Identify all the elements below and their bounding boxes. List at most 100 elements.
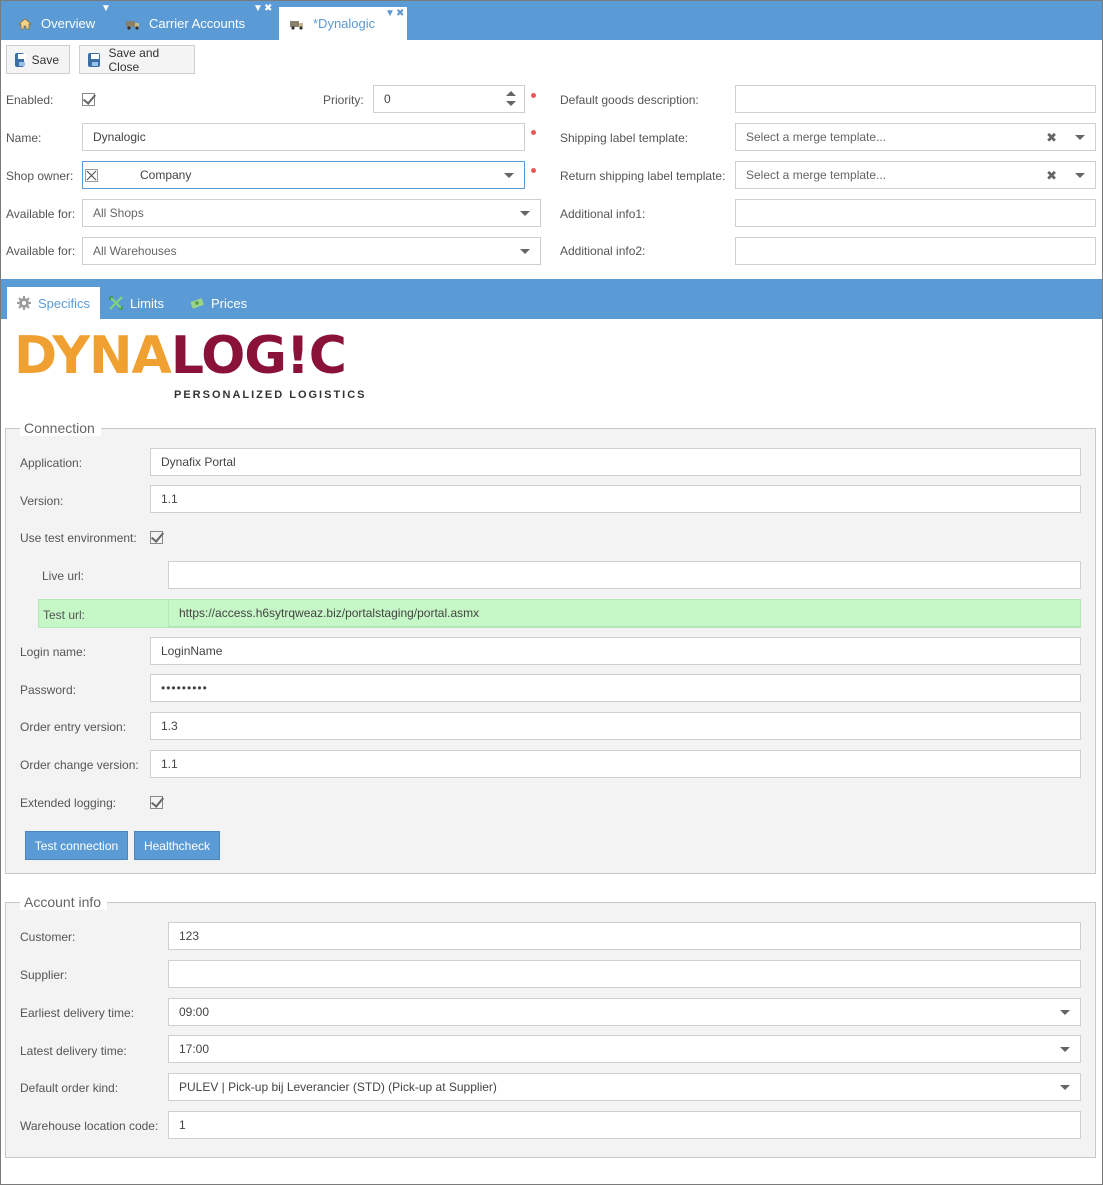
logo-part2: LOG!C: [170, 326, 347, 386]
tab-dynalogic[interactable]: *Dynalogic ▼ ✖: [279, 7, 407, 40]
return-template-label: Return shipping label template:: [560, 169, 726, 183]
version-input[interactable]: 1.1: [150, 485, 1081, 513]
order-change-input[interactable]: 1.1: [150, 750, 1081, 778]
spinner-arrows-icon[interactable]: [506, 90, 516, 108]
connection-legend: Connection: [20, 420, 101, 436]
tab-label: Specifics: [38, 295, 91, 311]
shipping-template-placeholder: Select a merge template...: [746, 130, 887, 144]
priority-stepper[interactable]: 0: [373, 85, 525, 113]
supplier-label: Supplier:: [20, 968, 68, 982]
tab-prices[interactable]: Prices: [180, 287, 257, 319]
gear-icon: [17, 296, 31, 310]
tab-menu-icon[interactable]: ▼: [385, 9, 395, 19]
additional-info2-input[interactable]: [735, 237, 1096, 265]
earliest-delivery-select[interactable]: 09:00: [168, 998, 1081, 1026]
live-url-label: Live url:: [42, 569, 85, 583]
latest-delivery-value: 17:00: [179, 1042, 210, 1056]
clear-icon[interactable]: ✖: [1046, 168, 1057, 184]
application-value: Dynafix Portal: [161, 455, 236, 469]
available-warehouses-select[interactable]: All Warehouses: [82, 237, 541, 265]
shop-owner-label: Shop owner:: [6, 169, 74, 183]
chevron-down-icon[interactable]: [1060, 1010, 1070, 1015]
tab-specifics[interactable]: Specifics: [7, 287, 101, 319]
tab-limits[interactable]: Limits: [99, 287, 174, 319]
required-indicator: [531, 130, 536, 135]
tab-menu-icon[interactable]: ▼: [101, 4, 111, 14]
close-icon[interactable]: ✖: [396, 9, 404, 19]
order-entry-input[interactable]: 1.3: [150, 712, 1081, 740]
use-test-checkbox[interactable]: [150, 530, 164, 544]
earliest-delivery-value: 09:00: [179, 1005, 210, 1019]
order-kind-select[interactable]: PULEV | Pick-up bij Leverancier (STD) (P…: [168, 1073, 1081, 1101]
chevron-down-icon[interactable]: [520, 249, 530, 254]
extended-logging-label: Extended logging:: [20, 796, 117, 810]
available-warehouses-label: Available for:: [6, 244, 76, 258]
name-input[interactable]: Dynalogic: [82, 123, 525, 151]
tab-carrier-accounts[interactable]: Carrier Accounts: [125, 7, 245, 40]
order-entry-label: Order entry version:: [20, 720, 127, 734]
close-icon[interactable]: ✖: [264, 4, 272, 14]
warehouse-location-label: Warehouse location code:: [20, 1119, 159, 1133]
required-indicator: [531, 168, 536, 173]
shop-owner-value: Company: [140, 168, 192, 182]
additional-info1-label: Additional info1:: [560, 207, 646, 221]
warehouse-location-input[interactable]: 1: [168, 1111, 1081, 1139]
customer-value: 123: [179, 929, 200, 943]
extended-logging-checkbox[interactable]: [150, 795, 164, 809]
healthcheck-button[interactable]: Healthcheck: [134, 831, 220, 860]
order-kind-label: Default order kind:: [20, 1081, 119, 1095]
supplier-input[interactable]: [168, 960, 1081, 988]
order-entry-value: 1.3: [161, 719, 178, 733]
additional-info1-input[interactable]: [735, 199, 1096, 227]
order-kind-value: PULEV | Pick-up bij Leverancier (STD) (P…: [179, 1080, 497, 1094]
shipping-template-label: Shipping label template:: [560, 131, 689, 145]
use-test-label: Use test environment:: [20, 531, 137, 545]
latest-delivery-select[interactable]: 17:00: [168, 1035, 1081, 1063]
chevron-down-icon[interactable]: [1075, 135, 1085, 140]
account-info-legend: Account info: [20, 894, 108, 910]
truck-icon: [125, 16, 141, 32]
available-shops-label: Available for:: [6, 207, 76, 221]
password-input[interactable]: •••••••••: [150, 674, 1081, 702]
tab-overview[interactable]: Overview: [17, 7, 95, 40]
tab-label: Overview: [41, 16, 96, 31]
shop-owner-select[interactable]: Company: [82, 161, 525, 189]
chevron-down-icon[interactable]: [1060, 1047, 1070, 1052]
chevron-down-icon[interactable]: [520, 211, 530, 216]
save-and-close-button[interactable]: Save and Close: [79, 45, 195, 74]
name-value: Dynalogic: [93, 130, 146, 144]
test-url-value: https://access.h6sytrqweaz.biz/portalsta…: [179, 606, 480, 620]
broken-image-icon: [85, 168, 98, 182]
enabled-checkbox[interactable]: [82, 92, 96, 106]
customer-label: Customer:: [20, 930, 76, 944]
chevron-down-icon[interactable]: [504, 173, 514, 178]
clear-icon[interactable]: ✖: [1046, 130, 1057, 146]
login-input[interactable]: LoginName: [150, 637, 1081, 665]
application-label: Application:: [20, 456, 83, 470]
save-button[interactable]: Save: [6, 45, 70, 74]
customer-input[interactable]: 123: [168, 922, 1081, 950]
test-connection-button[interactable]: Test connection: [25, 831, 128, 860]
healthcheck-label: Healthcheck: [143, 838, 211, 853]
save-close-label: Save and Close: [108, 45, 160, 74]
logo-part1: DYNA: [14, 326, 172, 386]
priority-value: 0: [384, 92, 391, 106]
name-label: Name:: [6, 131, 42, 145]
tab-menu-icon[interactable]: ▼: [253, 4, 263, 14]
shipping-template-select[interactable]: Select a merge template... ✖: [735, 123, 1096, 151]
test-url-label: Test url:: [43, 608, 86, 622]
test-url-input[interactable]: https://access.h6sytrqweaz.biz/portalsta…: [168, 599, 1081, 627]
available-warehouses-value: All Warehouses: [93, 244, 177, 258]
live-url-input[interactable]: [168, 561, 1081, 589]
available-shops-select[interactable]: All Shops: [82, 199, 541, 227]
chevron-down-icon[interactable]: [1060, 1085, 1070, 1090]
logo-tagline: PERSONALIZED LOGISTICS: [174, 389, 367, 401]
return-template-select[interactable]: Select a merge template... ✖: [735, 161, 1096, 189]
chevron-down-icon[interactable]: [1075, 173, 1085, 178]
section-tab-strip: Specifics Limits Prices: [1, 279, 1102, 319]
tab-label: Limits: [130, 295, 164, 311]
application-input[interactable]: Dynafix Portal: [150, 448, 1081, 476]
truck-icon: [289, 16, 305, 32]
tab-label: Prices: [211, 295, 248, 311]
default-goods-input[interactable]: [735, 85, 1096, 113]
